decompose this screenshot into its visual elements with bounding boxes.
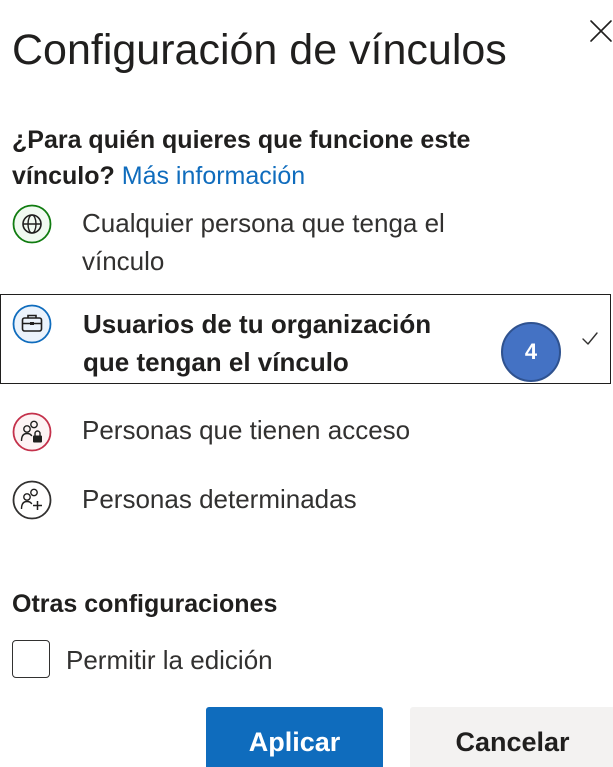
option-label: Personas que tienen acceso [82,415,411,445]
briefcase-icon [12,304,52,344]
option-people-with-access[interactable]: Personas que tienen acceso [12,410,612,458]
allow-edit-label: Permitir la edición [66,645,273,675]
allow-edit-checkbox[interactable] [12,640,50,678]
globe-icon [12,204,52,244]
other-settings-heading: Otras configuraciones [12,590,278,618]
checkmark-icon [582,332,598,345]
close-icon[interactable] [588,18,613,44]
people-lock-icon [12,412,52,452]
apply-button[interactable]: Aplicar [206,707,383,767]
link-settings-dialog: Configuración de vínculos ¿Para quién qu… [0,0,613,767]
option-anyone-with-link[interactable]: Cualquier persona que tenga el vínculo [12,200,612,290]
cancel-button[interactable]: Cancelar [410,707,613,767]
more-info-link[interactable]: Más información [122,162,305,190]
option-specific-people[interactable]: Personas determinadas [12,478,612,526]
option-label: Usuarios de tu organización que tengan e… [83,309,432,377]
step-number-badge: 4 [501,322,561,382]
people-add-icon [12,480,52,520]
option-label: Personas determinadas [82,484,357,514]
dialog-title: Configuración de vínculos [12,26,507,74]
audience-question: ¿Para quién quieres que funcione este ví… [12,122,572,194]
option-label: Cualquier persona que tenga el vínculo [82,208,445,276]
